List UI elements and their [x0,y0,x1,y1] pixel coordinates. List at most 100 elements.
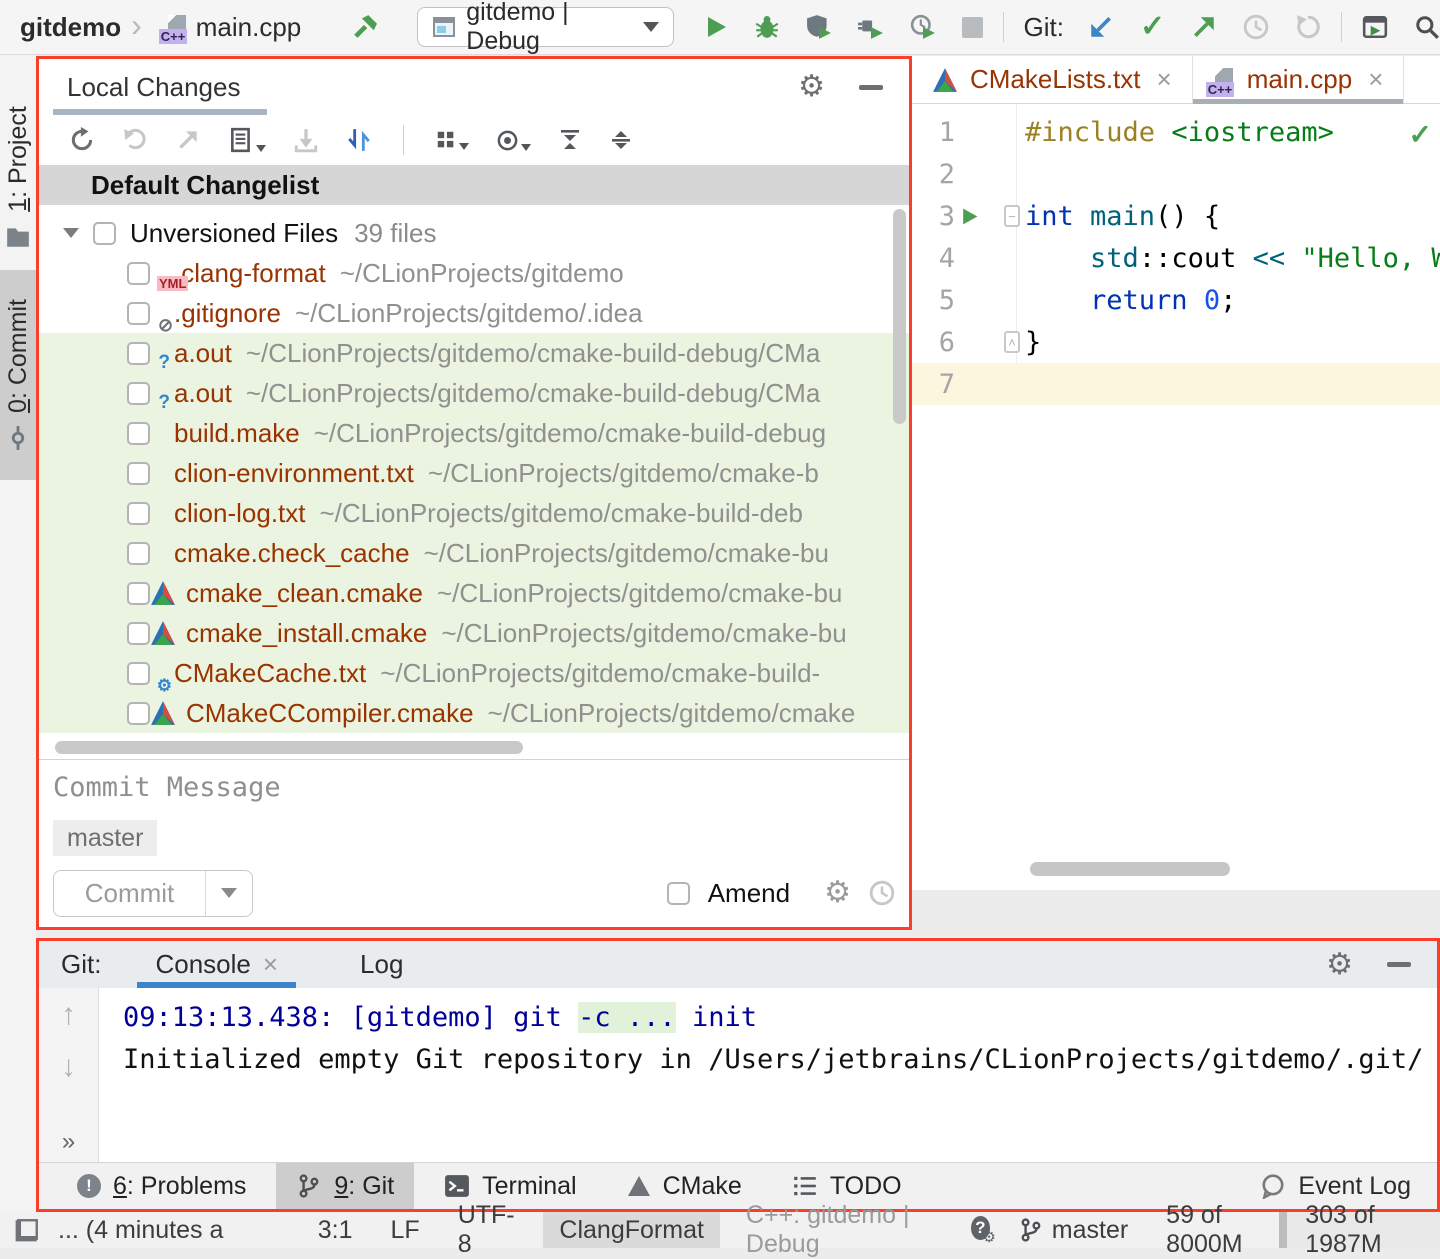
minimize-icon[interactable] [859,85,883,90]
toolwindow-button-git[interactable]: 9: Git [276,1163,414,1209]
file-row[interactable]: clion-environment.txt ~/CLionProjects/gi… [39,453,909,493]
coverage-button[interactable] [806,14,832,40]
file-checkbox[interactable] [127,302,150,325]
chevron-down-icon[interactable] [63,228,79,238]
file-checkbox[interactable] [127,382,150,405]
search-everywhere-icon[interactable] [1414,14,1440,40]
refresh-button[interactable] [69,127,95,153]
preview-diff-button[interactable] [496,129,531,152]
git-update-button[interactable] [1088,14,1114,40]
commit-options-arrow[interactable] [206,871,252,916]
local-changes-tab[interactable]: Local Changes [67,72,240,103]
merge-button[interactable] [346,127,372,153]
more-actions-icon[interactable]: » [62,1128,75,1156]
inspections-ok-icon[interactable]: ✓ [1409,118,1432,151]
file-row[interactable]: ⊘ .gitignore ~/CLionProjects/gitdemo/.id… [39,293,909,333]
active-config[interactable]: C++: gitdemo | Debug [746,1201,945,1259]
fold-marker[interactable]: ˄ [1004,331,1020,353]
horizontal-scrollbar[interactable] [55,741,523,754]
status-message[interactable]: ... (4 minutes a [58,1216,280,1245]
run-with-profiler-button[interactable] [910,14,936,40]
tab-maincpp[interactable]: C++ main.cpp × [1193,56,1405,103]
caret-position[interactable]: 3:1 [318,1216,353,1245]
file-row[interactable]: ⚙ CMakeCache.txt ~/CLionProjects/gitdemo… [39,653,909,693]
file-checkbox[interactable] [127,342,150,365]
file-checkbox[interactable] [127,582,150,605]
changelist-actions-button[interactable] [228,127,266,153]
tab-log[interactable]: Log [334,941,429,988]
vertical-scrollbar[interactable] [893,209,906,424]
shelve-button[interactable] [293,127,319,153]
tool-window-toggle-icon[interactable] [14,1217,40,1243]
gear-icon[interactable]: ⚙ [798,72,825,102]
code-line[interactable]: 1 #include <iostream> [912,111,1440,153]
toolwindow-button-problems[interactable]: ! 6: Problems [57,1163,266,1209]
file-row[interactable]: cmake.check_cache ~/CLionProjects/gitdem… [39,533,909,573]
tab-console[interactable]: Console × [129,941,304,988]
code-line[interactable]: 6 ˄ } [912,321,1440,363]
scroll-up-icon[interactable]: ↑ [61,1000,76,1030]
git-commit-button[interactable]: ✓ [1140,12,1165,42]
rollback-button[interactable] [122,127,148,153]
run-configuration-select[interactable]: gitdemo | Debug [417,7,673,47]
file-row[interactable]: ? a.out ~/CLionProjects/gitdemo/cmake-bu… [39,333,909,373]
clang-format-widget[interactable]: ClangFormat [543,1212,720,1248]
collapse-all-button[interactable] [609,128,633,152]
expand-all-button[interactable] [558,128,582,152]
file-checkbox[interactable] [127,462,150,485]
file-row[interactable]: YML .clang-format ~/CLionProjects/gitdem… [39,253,909,293]
amend-checkbox[interactable] [667,882,690,905]
file-checkbox[interactable] [127,422,150,445]
git-history-button[interactable] [1243,14,1269,40]
git-push-button[interactable] [1191,14,1217,40]
git-rollback-button[interactable] [1295,14,1321,40]
unversioned-files-group[interactable]: Unversioned Files 39 files [39,213,909,253]
file-encoding[interactable]: UTF-8 [458,1201,516,1259]
jump-to-source-button[interactable] [175,127,201,153]
commit-button[interactable]: Commit [53,870,253,917]
breadcrumb-project[interactable]: gitdemo [20,12,121,43]
run-anything-console-icon[interactable] [1362,14,1388,40]
code-line[interactable]: 5 return 0; [912,279,1440,321]
file-checkbox[interactable] [127,662,150,685]
file-row[interactable]: cmake_install.cmake ~/CLionProjects/gitd… [39,613,909,653]
file-checkbox[interactable] [127,262,150,285]
tab-cmakelists[interactable]: CMakeLists.txt × [912,56,1193,103]
file-checkbox[interactable] [127,542,150,565]
file-row[interactable]: build.make ~/CLionProjects/gitdemo/cmake… [39,413,909,453]
file-checkbox[interactable] [127,502,150,525]
run-gutter-icon[interactable] [960,207,979,226]
commit-settings-gear-icon[interactable]: ⚙ [824,878,851,908]
close-icon[interactable]: × [1368,64,1383,95]
group-checkbox[interactable] [93,222,116,245]
scroll-down-icon[interactable]: ↓ [61,1052,76,1082]
changelist-header[interactable]: Default Changelist [39,165,909,205]
console-output[interactable]: 09:13:13.438: [gitdemo] git -c ... initI… [99,988,1423,1162]
git-branch-widget[interactable]: master [1018,1216,1128,1245]
code-line[interactable]: 2 [912,153,1440,195]
file-row[interactable]: clion-log.txt ~/CLionProjects/gitdemo/cm… [39,493,909,533]
commit-history-icon[interactable] [869,880,895,906]
fold-marker[interactable]: − [1004,205,1020,227]
build-hammer-icon[interactable] [351,14,377,40]
sidebar-tab-project[interactable]: 1: Project [0,103,36,253]
sidebar-tab-commit[interactable]: 0: Commit [0,270,36,480]
stop-button[interactable] [962,17,983,38]
code-line[interactable]: 4 std::cout << "Hello, W [912,237,1440,279]
file-row[interactable]: ? a.out ~/CLionProjects/gitdemo/cmake-bu… [39,373,909,413]
file-row[interactable]: CMakeCCompiler.cmake ~/CLionProjects/git… [39,693,909,733]
inspections-widget-icon[interactable]: ?⚙ [971,1216,994,1244]
profiler-attach-button[interactable] [858,14,884,40]
memory-indicator[interactable]: 303 of 1987M [1279,1212,1440,1248]
file-checkbox[interactable] [127,622,150,645]
editor-horizontal-scrollbar[interactable] [1030,862,1230,876]
debug-button[interactable] [754,14,780,40]
code-line[interactable]: 3 − int main() { [912,195,1440,237]
line-ending[interactable]: LF [391,1216,420,1245]
code-area[interactable]: 1 #include <iostream> 2 3 − int main() {… [912,104,1440,405]
run-button[interactable] [704,15,728,39]
commit-message-input[interactable]: Commit Message [53,772,281,803]
close-icon[interactable]: × [1157,64,1172,95]
heap-indicator[interactable]: 59 of 8000M [1166,1201,1279,1259]
gear-icon[interactable]: ⚙ [1326,950,1353,980]
